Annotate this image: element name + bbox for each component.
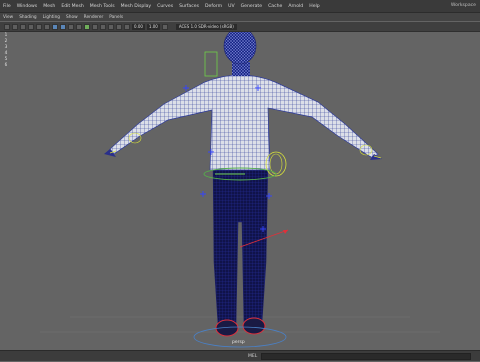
motion-blur-button[interactable] [100,23,106,30]
command-line-input[interactable] [261,352,472,360]
film-gate-button[interactable] [44,23,50,30]
character-legs [212,156,269,325]
command-language-label[interactable]: MEL [0,354,257,359]
gamma-field[interactable]: 1.00 [146,23,160,30]
grid-toggle-button[interactable] [36,23,42,30]
menu-edit-mesh[interactable]: Edit Mesh [58,4,86,9]
menu-deform[interactable]: Deform [202,4,225,9]
panel-menu-shading[interactable]: Shading [16,15,39,20]
panel-menu-view[interactable]: View [0,15,16,20]
smooth-shade-button[interactable] [60,23,66,30]
workspace-label[interactable]: Workspace [451,3,476,8]
exposure-field[interactable]: 0.00 [132,23,145,30]
menu-mesh-tools[interactable]: Mesh Tools [87,4,118,9]
character-shirt [109,74,379,171]
panel-menubar: View Shading Lighting Show Renderer Panels [0,13,480,21]
panel-menu-show[interactable]: Show [63,15,81,20]
menu-curves[interactable]: Curves [154,4,176,9]
bookmark-button[interactable] [20,23,26,30]
camera-name-label: persp [232,340,245,345]
viewport-toolbar: 0.00 1.00 ACES 1.0 SDR-video (sRGB) [0,22,480,32]
isolate-select-button[interactable] [116,23,122,30]
panel-menu-panels[interactable]: Panels [106,15,126,20]
menu-cache[interactable]: Cache [265,4,285,9]
menu-arnold[interactable]: Arnold [285,4,306,9]
menu-surfaces[interactable]: Surfaces [176,4,202,9]
menu-windows[interactable]: Windows [14,4,41,9]
image-plane-button[interactable] [28,23,34,30]
xray-button[interactable] [124,23,130,30]
command-line-bar: MEL [0,350,480,361]
lights-button[interactable] [76,23,82,30]
shadows-button[interactable] [84,23,90,30]
select-camera-button[interactable] [4,23,10,30]
main-menubar: File Windows Mesh Edit Mesh Mesh Tools Mesh D… [0,0,480,13]
panel-menu-renderer[interactable]: Renderer [81,15,107,20]
menu-help[interactable]: Help [306,4,322,9]
menu-mesh-display[interactable]: Mesh Display [118,4,155,9]
antialiasing-button[interactable] [108,23,114,30]
menu-generate[interactable]: Generate [238,4,265,9]
viewport-3d[interactable] [0,32,480,350]
wireframe-button[interactable] [52,23,58,30]
menu-file[interactable]: File [0,4,14,9]
menu-uv[interactable]: UV [225,4,238,9]
menu-mesh[interactable]: Mesh [40,4,58,9]
camera-attributes-button[interactable] [12,23,18,30]
ground-grid [40,316,440,333]
textured-button[interactable] [68,23,74,30]
character-head [223,32,257,76]
color-management-button[interactable] [161,23,168,30]
colorspace-dropdown[interactable]: ACES 1.0 SDR-video (sRGB) [175,23,237,30]
ambient-occlusion-button[interactable] [92,23,98,30]
panel-menu-lighting[interactable]: Lighting [40,15,63,20]
